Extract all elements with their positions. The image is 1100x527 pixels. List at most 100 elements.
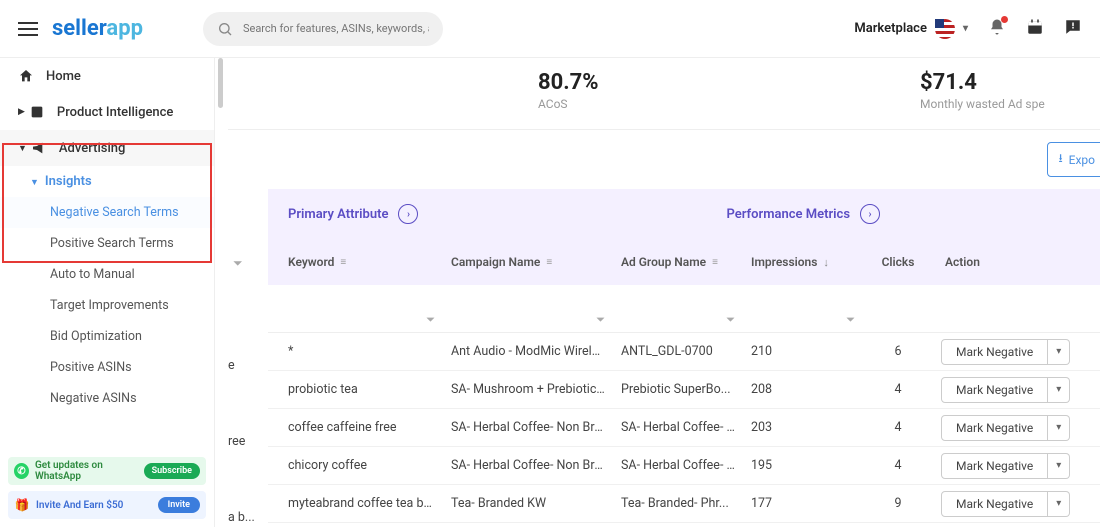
chevron-right-icon: › xyxy=(860,204,880,224)
notifications-button[interactable] xyxy=(988,18,1006,40)
filter-icon[interactable]: ⏷ xyxy=(726,313,735,327)
filter-icon[interactable]: ⏷ xyxy=(426,313,435,327)
filter-icon[interactable]: ⏷ xyxy=(233,256,243,271)
sort-icon: ≡ xyxy=(546,257,552,268)
mark-negative-dropdown[interactable]: ▾ xyxy=(1048,491,1070,517)
sidebar-scrollbar[interactable] xyxy=(218,58,223,108)
truncated-text: a b... xyxy=(228,510,255,525)
cell-clicks: 4 xyxy=(863,382,933,397)
cell-campaign: SA- Herbal Coffee- Non Bra... xyxy=(443,420,613,435)
kpi-wasted-spend: $71.4 Monthly wasted Ad spe xyxy=(920,70,1080,111)
cell-adgroup: Tea- Branded- Phr... xyxy=(613,496,743,511)
caret-right-icon: ▶ xyxy=(18,107,25,117)
search-icon xyxy=(217,21,233,37)
export-button[interactable]: ⭳ Expo xyxy=(1047,142,1100,177)
nav-home[interactable]: Home xyxy=(0,58,214,94)
filter-row: ⏷ ⏷ ⏷ ⏷ xyxy=(268,285,1100,333)
cell-keyword: chicory coffee xyxy=(268,458,443,473)
truncated-text: e xyxy=(228,358,235,373)
cell-adgroup: Prebiotic SuperBo... xyxy=(613,382,743,397)
cell-clicks: 9 xyxy=(863,496,933,511)
nav-negative-asins[interactable]: Negative ASINs xyxy=(0,383,214,414)
mark-negative-button[interactable]: Mark Negative xyxy=(941,491,1048,517)
col-campaign[interactable]: Campaign Name≡ xyxy=(443,255,613,269)
table-row: coffee caffeine freeSA- Herbal Coffee- N… xyxy=(268,409,1100,447)
cell-clicks: 4 xyxy=(863,458,933,473)
nav-bid-optimization[interactable]: Bid Optimization xyxy=(0,321,214,352)
primary-attribute-header[interactable]: Primary Attribute › xyxy=(288,204,418,224)
table-row: *Ant Audio - ModMic Wirele...ANTL_GDL-07… xyxy=(268,333,1100,371)
cell-keyword: * xyxy=(268,344,443,359)
nav-negative-search-terms[interactable]: Negative Search Terms xyxy=(0,197,214,228)
nav-auto-to-manual[interactable]: Auto to Manual xyxy=(0,259,214,290)
sort-icon: ≡ xyxy=(340,257,346,268)
cell-campaign: Tea- Branded KW xyxy=(443,496,613,511)
whatsapp-icon xyxy=(14,463,29,479)
caret-down-icon: ▼ xyxy=(30,178,39,188)
cell-keyword: probiotic tea xyxy=(268,382,443,397)
main-content: 80.7% ACoS $71.4 Monthly wasted Ad spe ⭳… xyxy=(228,58,1100,527)
flag-us-icon xyxy=(935,19,955,39)
calendar-button[interactable] xyxy=(1026,18,1044,40)
invite-banner[interactable]: 🎁 Invite And Earn $50 Invite xyxy=(8,491,206,519)
gift-icon: 🎁 xyxy=(14,497,30,513)
mark-negative-button[interactable]: Mark Negative xyxy=(941,453,1048,479)
feedback-button[interactable] xyxy=(1064,18,1082,40)
nav-product-intelligence[interactable]: ▶ Product Intelligence xyxy=(0,94,214,130)
menu-toggle[interactable] xyxy=(18,18,38,40)
cell-impressions: 177 xyxy=(743,496,863,511)
filter-adgroup[interactable] xyxy=(621,290,735,313)
nav-insights[interactable]: ▼Insights xyxy=(0,166,214,197)
col-impressions[interactable]: Impressions↓ xyxy=(743,255,863,269)
filter-keyword[interactable] xyxy=(288,290,435,313)
filter-impressions[interactable] xyxy=(751,290,855,313)
performance-metrics-header[interactable]: Performance Metrics › xyxy=(727,204,881,224)
cell-keyword: coffee caffeine free xyxy=(268,420,443,435)
col-clicks[interactable]: Clicks xyxy=(863,255,933,269)
arrow-down-icon: ↓ xyxy=(823,256,829,269)
table-row: probiotic teaSA- Mushroom + Prebiotic ..… xyxy=(268,371,1100,409)
invite-button[interactable]: Invite xyxy=(158,497,200,513)
table-row: chicory coffeeSA- Herbal Coffee- Non Bra… xyxy=(268,447,1100,485)
nav-positive-search-terms[interactable]: Positive Search Terms xyxy=(0,228,214,259)
marketplace-selector[interactable]: Marketplace ▾ xyxy=(854,19,968,39)
chevron-down-icon: ▾ xyxy=(963,23,968,34)
cell-clicks: 6 xyxy=(863,344,933,359)
cell-campaign: SA- Herbal Coffee- Non Bra... xyxy=(443,458,613,473)
mark-negative-dropdown[interactable]: ▾ xyxy=(1048,415,1070,441)
nav-target-improvements[interactable]: Target Improvements xyxy=(0,290,214,321)
nav-advertising[interactable]: ▼ Advertising xyxy=(0,130,214,166)
chevron-right-icon: › xyxy=(398,204,418,224)
subscribe-button[interactable]: Subscribe xyxy=(144,463,200,479)
cell-adgroup: ANTL_GDL-0700 xyxy=(613,344,743,359)
download-icon: ⭳ xyxy=(1058,149,1062,170)
mark-negative-button[interactable]: Mark Negative xyxy=(941,377,1048,403)
mark-negative-dropdown[interactable]: ▾ xyxy=(1048,377,1070,403)
search-input[interactable] xyxy=(243,22,429,35)
caret-down-icon: ▼ xyxy=(18,143,27,154)
cell-clicks: 4 xyxy=(863,420,933,435)
truncated-text: ree xyxy=(228,434,245,449)
nav-positive-asins[interactable]: Positive ASINs xyxy=(0,352,214,383)
whatsapp-banner[interactable]: Get updates on WhatsApp Subscribe xyxy=(8,457,206,485)
mark-negative-button[interactable]: Mark Negative xyxy=(941,415,1048,441)
mark-negative-dropdown[interactable]: ▾ xyxy=(1048,453,1070,479)
sidebar: Home ▶ Product Intelligence ▼ Advertisin… xyxy=(0,58,215,527)
cell-impressions: 195 xyxy=(743,458,863,473)
mark-negative-dropdown[interactable]: ▾ xyxy=(1048,339,1070,365)
table-row: myteabrand coffee tea bagsTea- Branded K… xyxy=(268,485,1100,523)
filter-campaign[interactable] xyxy=(451,290,605,313)
col-keyword[interactable]: Keyword≡ xyxy=(268,255,443,269)
cell-impressions: 208 xyxy=(743,382,863,397)
logo[interactable]: sellerapp xyxy=(52,16,143,41)
global-search[interactable] xyxy=(203,12,443,46)
filter-icon[interactable]: ⏷ xyxy=(846,313,855,327)
mark-negative-button[interactable]: Mark Negative xyxy=(941,339,1048,365)
filter-icon[interactable]: ⏷ xyxy=(596,313,605,327)
col-adgroup[interactable]: Ad Group Name≡ xyxy=(613,255,743,269)
kpi-acos: 80.7% ACoS xyxy=(538,70,698,111)
cell-campaign: Ant Audio - ModMic Wirele... xyxy=(443,344,613,359)
cell-adgroup: SA- Herbal Coffee- ... xyxy=(613,458,743,473)
sort-icon: ≡ xyxy=(712,257,718,268)
cell-impressions: 210 xyxy=(743,344,863,359)
